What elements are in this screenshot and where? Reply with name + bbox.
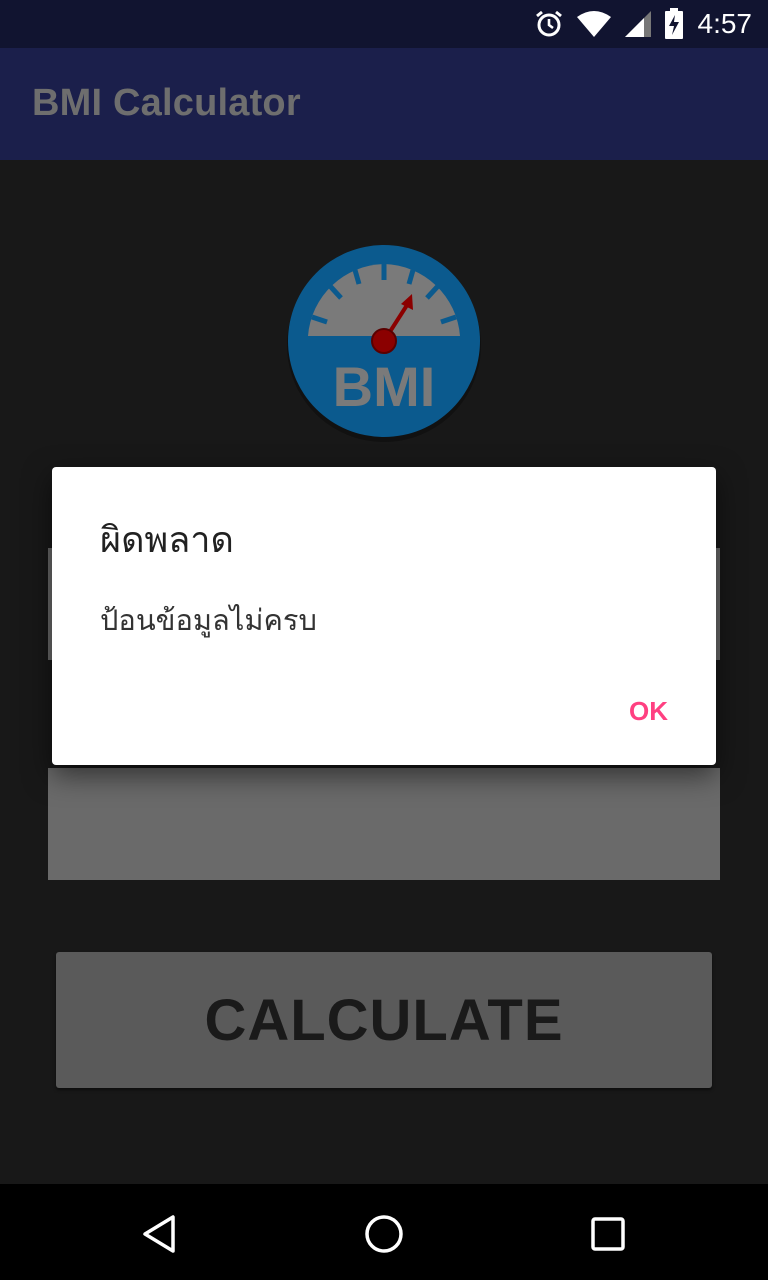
recent-apps-button[interactable] <box>586 1212 630 1256</box>
back-button[interactable] <box>138 1212 182 1256</box>
home-button[interactable] <box>362 1212 406 1256</box>
gauge-icon: BMI <box>287 245 481 442</box>
battery-charging-icon <box>664 8 684 40</box>
status-time: 4:57 <box>697 8 753 39</box>
bmi-logo: BMI <box>285 244 483 442</box>
navigation-bar <box>0 1184 768 1280</box>
wifi-icon <box>576 9 612 39</box>
alarm-icon <box>534 9 564 39</box>
status-icons: 4:57 <box>534 0 753 48</box>
status-bar: 4:57 <box>0 0 768 48</box>
app-title: BMI Calculator <box>32 82 301 124</box>
error-dialog: ผิดพลาด ป้อนข้อมูลไม่ครบ OK <box>52 467 716 765</box>
height-field[interactable] <box>48 768 720 880</box>
dialog-message: ป้อนข้อมูลไม่ครบ <box>100 603 317 637</box>
calculate-label: CALCULATE <box>204 987 564 1053</box>
app-bar: BMI Calculator <box>0 48 768 160</box>
screen: 4:57 BMI Calculator BMI CALCULATE ผิดพลา… <box>0 0 768 1280</box>
recent-apps-icon <box>591 1217 625 1251</box>
back-icon <box>143 1215 175 1253</box>
ok-button[interactable]: OK <box>629 687 668 735</box>
signal-icon <box>624 10 652 38</box>
calculate-button[interactable]: CALCULATE <box>56 952 712 1088</box>
home-icon <box>365 1215 403 1253</box>
dialog-title: ผิดพลาด <box>100 520 234 561</box>
logo-text: BMI <box>333 355 436 418</box>
